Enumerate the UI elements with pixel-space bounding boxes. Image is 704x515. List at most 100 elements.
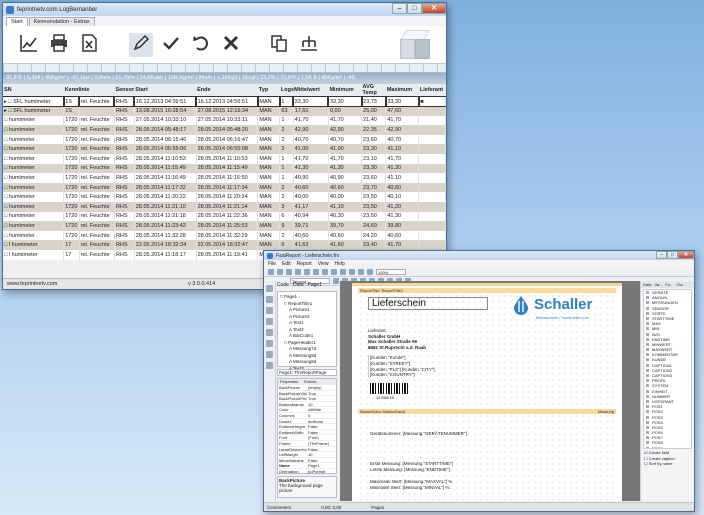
delete-icon[interactable] [219,33,243,57]
group-icon[interactable] [349,269,355,275]
minimize-button[interactable]: – [392,3,407,14]
table-cell: 16.12.2013 04:56:51 [195,95,259,108]
edit-icon[interactable] [129,32,153,57]
table-row[interactable]: □ humimeter 1720 rel. Feuchte RHS 28.05.2014… [3,202,446,212]
tree-icon[interactable] [297,33,321,57]
table-row[interactable]: □ humimeter 1720 rel. Feuchte RHS 28.05.2014… [3,211,446,222]
field-max-wert[interactable]: Maximaler Wert: [Messung."MAXVAL"] % [370,479,452,485]
table-row[interactable]: □ humimeter 1720 rel. Feuchte RHS 28.05.2014… [3,192,446,203]
designer-maximize-button[interactable]: □ [667,251,678,259]
data-field-list[interactable]: GERÄTE ANZAHL MESSUNGEN SENSOR SORTE STARTTIM… [643,289,692,449]
property-name: Color [279,407,289,412]
tab-start[interactable]: Start [6,17,28,26]
tab-data[interactable]: Data [293,281,304,289]
menu-edit[interactable]: Edit [282,260,291,268]
redo-icon[interactable] [340,269,346,275]
tab-data-tree[interactable]: Data [643,281,651,288]
grid-icon[interactable] [367,269,373,275]
menu-view[interactable]: View [318,260,329,268]
report-tree[interactable]: □ Page1 □ ReportTitle1 A Picture1 A Picture… [277,291,337,371]
col-typ[interactable]: Typ [257,84,280,97]
table-row[interactable]: □ humimeter 1720 rel. Feuchte RHS 28.05.2014… [3,144,446,155]
table-row[interactable]: □ humimeter 1720 rel. Feuchte RHS 28.05.2014… [3,125,446,135]
col-kennlinie[interactable]: Kennlinie [63,84,115,97]
undo-icon[interactable] [189,33,213,57]
field-min-wert[interactable]: Minimaler Wert: [Messung."MINVAL"] % [370,485,450,491]
col-logs[interactable]: Logs [279,84,294,97]
table-row[interactable]: ▸ □ SFL humimeter 1S rel. Feuchte RHS 16.12.… [3,95,446,108]
close-button[interactable]: ✕ [422,3,446,14]
schaller-logo[interactable]: Schaller Messtechnik / humimeter.com [512,293,612,323]
print-icon[interactable] [47,33,71,57]
open-icon[interactable] [277,269,283,275]
barcode-tool-icon[interactable] [266,362,273,369]
bold-icon[interactable] [333,278,339,284]
zoom-tool-icon[interactable] [266,307,273,314]
option-sort-by-name[interactable]: ☐ Sort by name [641,461,694,467]
copy-icon[interactable] [267,33,291,57]
band-tool-icon[interactable] [266,329,273,336]
cut-icon[interactable] [304,269,310,275]
col-lieferant[interactable]: Lieferant [418,84,446,97]
table-row[interactable]: ▸ □ SFL humimeter 1S RHS 13.08.2015 16:28:5… [3,106,446,116]
check-icon[interactable] [159,33,183,57]
excel-icon[interactable] [77,33,101,57]
menu-help[interactable]: Help [334,260,344,268]
maximize-button[interactable]: □ [407,3,422,14]
table-row[interactable]: □ humimeter 1720 rel. Feuchte RHS 28.05.2014… [3,163,446,174]
tab-page1[interactable]: Page1 [308,281,322,289]
table-row[interactable]: □ humimeter 1720 rel. Feuchte RHS 28.05.2014… [3,173,446,183]
paste-icon[interactable] [322,269,328,275]
select-tool-icon[interactable] [266,285,273,292]
copy-icon[interactable] [313,269,319,275]
report-page[interactable]: ReportTitle: ReportTitle1 Lieferschein S… [352,283,622,501]
hand-tool-icon[interactable] [266,296,273,303]
zoom-select[interactable]: 100% [376,269,406,275]
col-sensor[interactable]: Sensor [114,84,135,97]
designer-minimize-button[interactable]: – [656,251,667,259]
menu-file[interactable]: File [268,260,276,268]
customer-fields[interactable]: [Kunden."Kunde"] [Kunden."STREET"] [Kunden… [368,355,435,379]
text-tool-icon[interactable] [266,318,273,325]
col-avg-temp[interactable]: AVG Temp [361,84,386,97]
preview-icon[interactable] [295,269,301,275]
col-mittelwert[interactable]: Mittelwert [293,84,329,97]
align-icon[interactable] [358,269,364,275]
barcode[interactable] [370,383,408,394]
menu-report[interactable]: Report [297,260,312,268]
supplier-address[interactable]: Lieferant: Schaller GmbH Max Schaller Stra… [368,328,426,350]
tab-extras[interactable]: Kennunutation - Extras [28,17,95,26]
table-row[interactable]: □ humimeter 1720 rel. Feuchte RHS 28.05.2014… [3,230,446,241]
picture-tool-icon[interactable] [266,340,273,347]
band-master-data[interactable]: MasterData: MasterData1 Messung [358,409,616,414]
table-row[interactable]: □ humimeter 1720 rel. Feuchte RHS 28.05.2014… [3,154,446,164]
col-sn[interactable]: SN [3,84,64,97]
col-ende[interactable]: Ende [196,84,258,97]
tab-classes[interactable]: Cla... [676,281,685,288]
data-field-item[interactable]: POS9 [644,446,691,448]
table-row[interactable]: □ humimeter 1720 rel. Feuchte RHS 28.05.2014… [3,221,446,231]
tab-code[interactable]: Code [277,281,289,289]
object-select[interactable]: Page1: TfrxReportPage [277,369,337,376]
table-row[interactable]: □ humimeter 1720 rel. Feuchte RHS 27.05.2014… [3,115,446,126]
col-maximum[interactable]: Maximum [385,84,419,97]
chart-icon[interactable] [17,33,41,57]
designer-close-button[interactable]: ✕ [678,251,694,259]
table-row[interactable]: □ l humimeter 17 rel. Feuchte RHS 22.05.2014… [3,240,446,250]
shape-tool-icon[interactable] [266,351,273,358]
tab-variables[interactable]: Va... [654,281,662,288]
field-letzte-messung[interactable]: Letzte Messung: [Messung."ENDTIME"] [370,467,450,473]
new-icon[interactable] [268,269,274,275]
tab-functions[interactable]: Fu... [665,281,673,288]
field-erste-messung[interactable]: Erste Messung: [Messung."STARTTIME"] [370,461,453,467]
table-row[interactable]: □ humimeter 1720 rel. Feuchte RHS 28.05.2014… [3,182,446,193]
table-row[interactable]: □ humimeter 1720 rel. Feuchte RHS 28.05.2014… [3,134,446,145]
doc-title[interactable]: Lieferschein [368,297,488,310]
property-value: dmNone [308,418,324,424]
field-geraetenummer[interactable]: Gerätenummer: [Messung."GERÄTENUMMER"] [370,431,467,437]
col-minimum[interactable]: Minimum [328,84,362,97]
status-url[interactable]: www.feprintnetv.com [7,281,57,287]
save-icon[interactable] [286,269,292,275]
col-start[interactable]: Start [134,84,197,97]
undo-icon[interactable] [331,269,337,275]
